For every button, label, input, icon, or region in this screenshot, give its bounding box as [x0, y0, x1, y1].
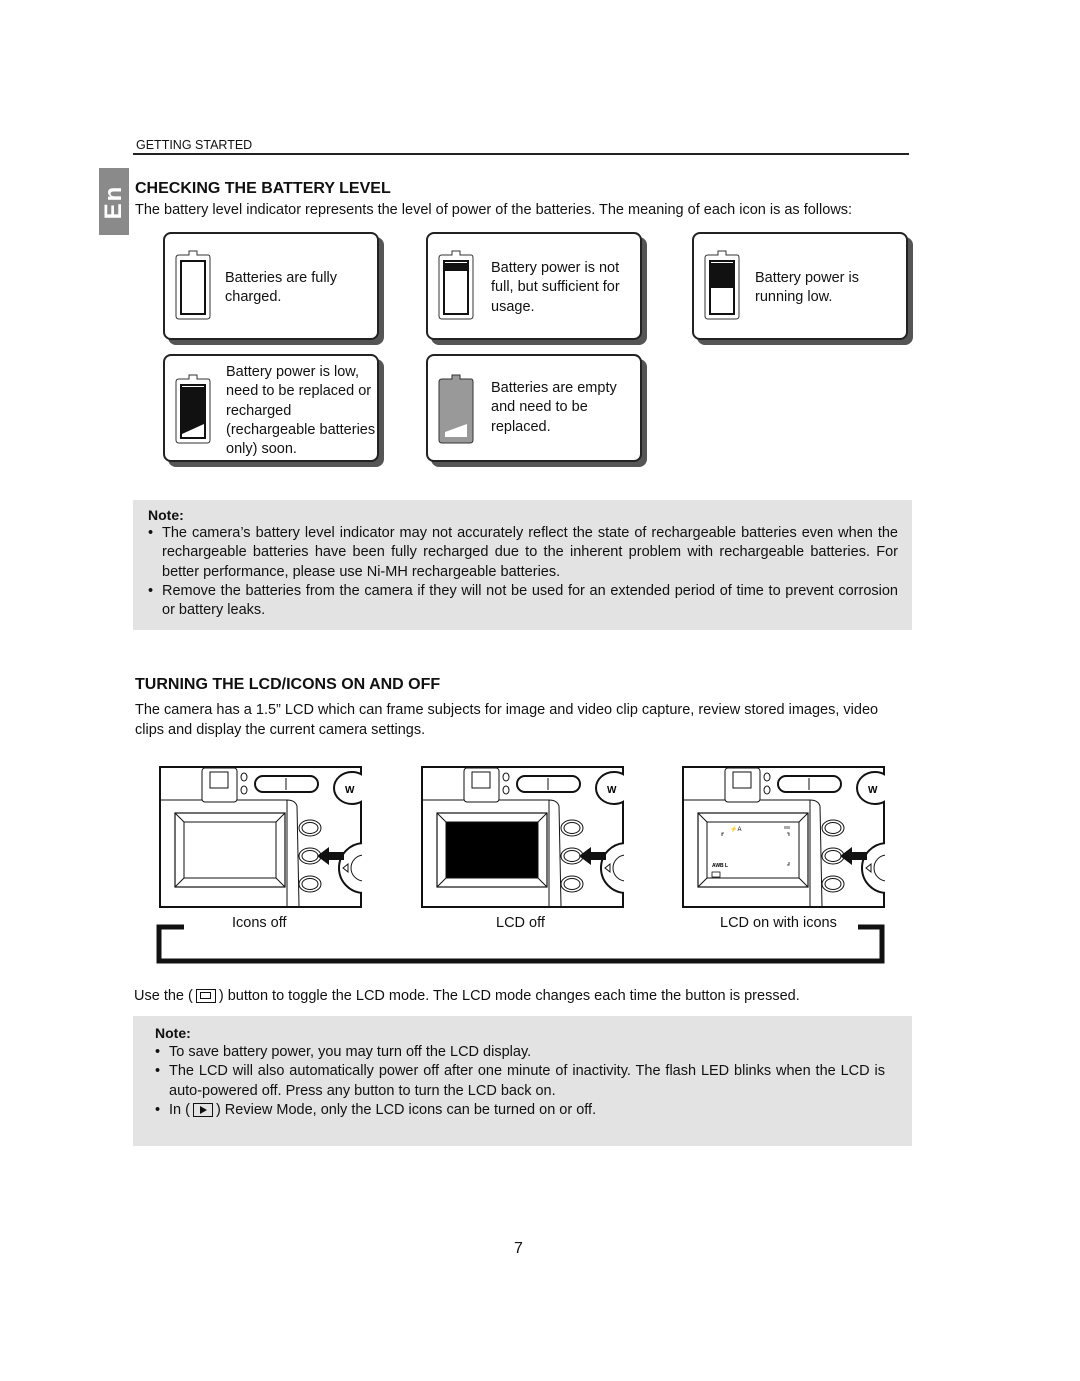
battery-card-full: Batteries are fully charged.: [163, 232, 379, 340]
note-item: The camera’s battery level indicator may…: [148, 524, 898, 582]
battery-intro: The battery level indicator represents t…: [135, 202, 853, 218]
battery-card-low: Battery power is low, need to be replace…: [163, 354, 379, 462]
note-label: Note:: [148, 507, 184, 523]
svg-text:W: W: [607, 785, 617, 796]
camera-lcd-on-illustration: W ⚡A AWB L: [682, 766, 885, 908]
svg-text:W: W: [345, 785, 355, 796]
section-header: GETTING STARTED: [136, 138, 253, 152]
battery-full-icon: [175, 250, 211, 320]
language-tab-label: En: [100, 184, 127, 220]
manual-page: GETTING STARTED En CHECKING THE BATTERY …: [0, 0, 1080, 1381]
battery-empty-icon: [438, 374, 474, 444]
note-label: Note:: [155, 1025, 191, 1041]
note-item: To save battery power, you may turn off …: [155, 1043, 885, 1063]
battery-note: Note: The camera’s battery level indicat…: [133, 500, 912, 630]
svg-text:⚡A: ⚡A: [730, 825, 741, 833]
battery-running-low-icon: [704, 250, 740, 320]
battery-card-empty: Batteries are empty and need to be repla…: [426, 354, 642, 462]
battery-low-icon: [175, 374, 211, 444]
review-mode-icon: [192, 1103, 213, 1118]
camera-lcd-off-illustration: W: [421, 766, 624, 908]
page-number: 7: [514, 1240, 523, 1257]
battery-card-running-low: Battery power is running low.: [692, 232, 908, 340]
mode-cycle-bracket: [156, 924, 885, 964]
lcd-section-title: TURNING THE LCD/ICONS ON AND OFF: [135, 676, 441, 693]
white-balance-indicator: AWB L: [712, 863, 728, 869]
language-tab: En: [99, 168, 129, 235]
lcd-note: Note: To save battery power, you may tur…: [133, 1016, 912, 1146]
note-item: The LCD will also automatically power of…: [155, 1062, 885, 1101]
camera-icons-off-illustration: W: [159, 766, 362, 908]
battery-card-not-full: Battery power is not full, but sufficien…: [426, 232, 642, 340]
lcd-intro: The camera has a 1.5” LCD which can fram…: [135, 702, 879, 738]
note-item: In () Review Mode, only the LCD icons ca…: [155, 1101, 885, 1121]
header-rule: [133, 153, 909, 155]
note-item: Remove the batteries from the camera if …: [148, 582, 898, 621]
toggle-instruction: Use the () button to toggle the LCD mode…: [134, 988, 800, 1004]
svg-text:W: W: [868, 785, 878, 796]
battery-not-full-icon: [438, 250, 474, 320]
battery-section-title: CHECKING THE BATTERY LEVEL: [135, 180, 391, 197]
lcd-display-button-icon: [195, 989, 216, 1004]
